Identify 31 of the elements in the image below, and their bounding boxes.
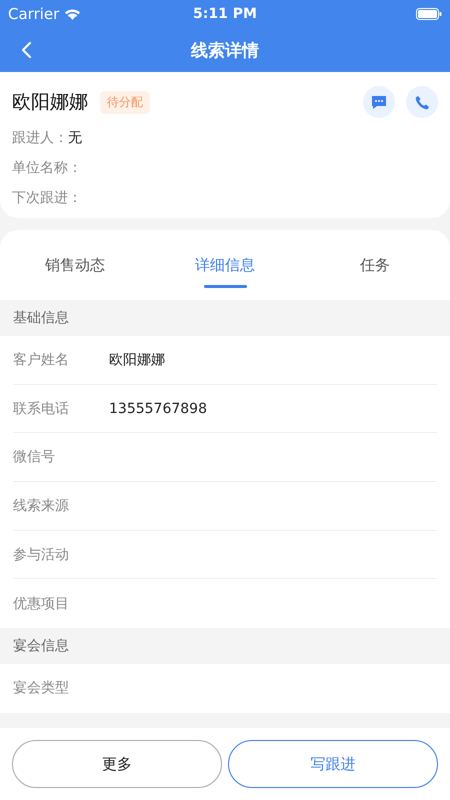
- status-badge: 待分配: [100, 90, 150, 114]
- status-time: 5:11 PM: [193, 6, 257, 22]
- chat-icon: [371, 94, 387, 110]
- tab[interactable]: 任务: [300, 230, 450, 300]
- field-label: 单位名称：: [12, 158, 82, 176]
- carrier-label: Carrier: [8, 5, 60, 23]
- section-header: 宴会信息: [0, 628, 450, 664]
- row-value: 欧阳娜娜: [109, 350, 165, 369]
- row-label: 优惠项目: [13, 594, 70, 613]
- row-value: 13555767898: [109, 400, 207, 417]
- field-label: 下次跟进：: [12, 188, 82, 206]
- message-button[interactable]: [363, 86, 395, 118]
- row-label: 微信号: [13, 448, 56, 466]
- field-label: 跟进人：: [12, 128, 68, 146]
- battery-icon: [416, 8, 442, 20]
- wifi-icon: [64, 8, 82, 20]
- section-header: 基础信息: [0, 300, 450, 336]
- nav-title: 线索详情: [191, 40, 259, 62]
- field-value: 无: [68, 128, 82, 146]
- follow-up-button[interactable]: 写跟进: [228, 740, 438, 788]
- row-label: 宴会类型: [13, 679, 70, 698]
- tab[interactable]: 销售动态: [0, 230, 150, 300]
- row-label: 联系电话: [13, 400, 70, 418]
- call-button[interactable]: [406, 86, 438, 118]
- lead-name: 欧阳娜娜: [12, 90, 88, 115]
- row-label: 线索来源: [13, 496, 70, 515]
- tab[interactable]: 详细信息: [150, 230, 300, 300]
- row-label: 客户姓名: [13, 350, 70, 369]
- more-button[interactable]: 更多: [12, 740, 222, 788]
- phone-icon: [414, 94, 430, 110]
- row-label: 参与活动: [13, 546, 70, 564]
